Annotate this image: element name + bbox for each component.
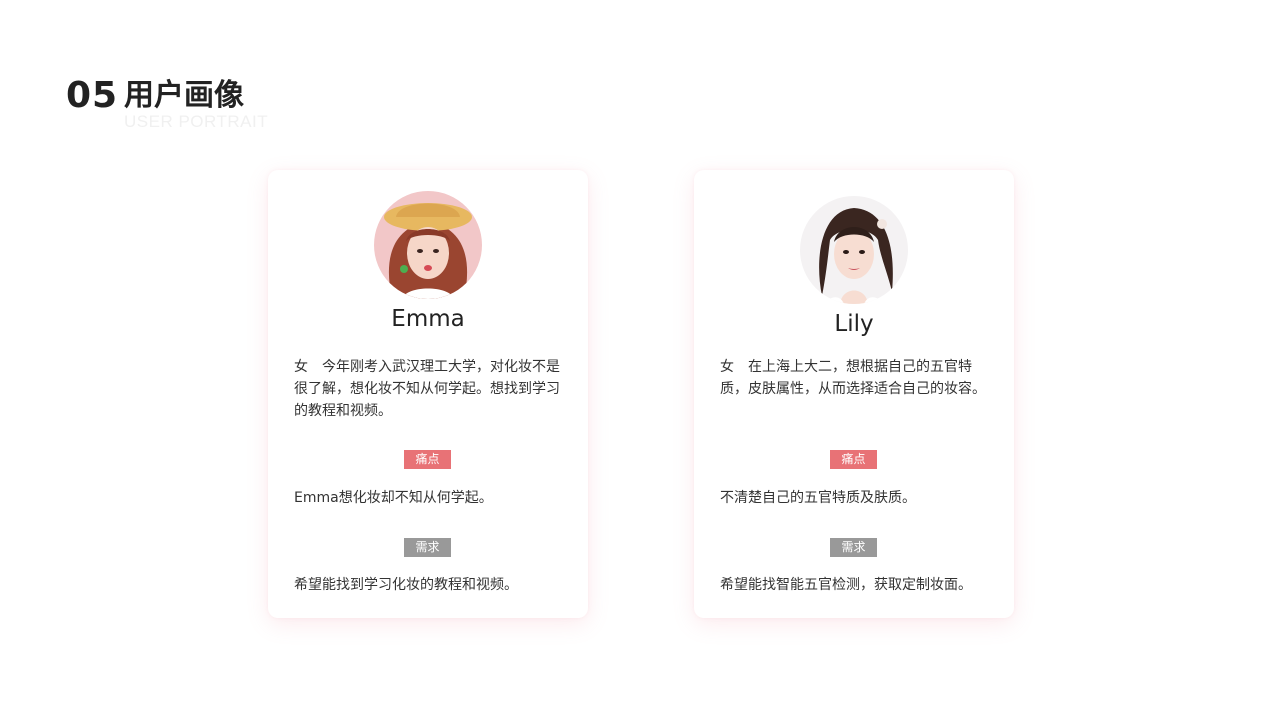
need-text: 希望能找智能五官检测，获取定制妆面。: [720, 577, 972, 593]
pain-point-tag: 痛点: [404, 450, 451, 469]
persona-name: Emma: [391, 306, 465, 332]
persona-bio-text: 今年刚考入武汉理工大学，对化妆不是很了解，想化妆不知从何学起。想找到学习的教程和…: [294, 359, 560, 419]
avatar-emma: [374, 191, 482, 299]
persona-card-emma: Emma 女今年刚考入武汉理工大学，对化妆不是很了解，想化妆不知从何学起。想找到…: [268, 170, 588, 618]
persona-bio: 女今年刚考入武汉理工大学，对化妆不是很了解，想化妆不知从何学起。想找到学习的教程…: [294, 356, 566, 422]
need-tag: 需求: [830, 538, 877, 557]
persona-bio-text: 在上海上大二，想根据自己的五官特质，皮肤属性，从而选择适合自己的妆容。: [720, 359, 986, 397]
pain-point-text: 不清楚自己的五官特质及肤质。: [720, 490, 916, 506]
persona-gender: 女: [294, 359, 308, 375]
need-text: 希望能找到学习化妆的教程和视频。: [294, 577, 518, 593]
pain-point-text: Emma想化妆却不知从何学起。: [294, 490, 493, 506]
persona-gender: 女: [720, 359, 734, 375]
need-tag: 需求: [404, 538, 451, 557]
section-number: 05: [66, 75, 119, 116]
persona-card-lily: Lily 女在上海上大二，想根据自己的五官特质，皮肤属性，从而选择适合自己的妆容…: [694, 170, 1014, 618]
section-title: 用户画像: [124, 78, 244, 113]
avatar-lily: [800, 196, 908, 304]
persona-bio: 女在上海上大二，想根据自己的五官特质，皮肤属性，从而选择适合自己的妆容。: [720, 356, 992, 400]
persona-name: Lily: [834, 311, 874, 337]
section-subtitle: USER PORTRAIT: [124, 112, 269, 131]
pain-point-tag: 痛点: [830, 450, 877, 469]
